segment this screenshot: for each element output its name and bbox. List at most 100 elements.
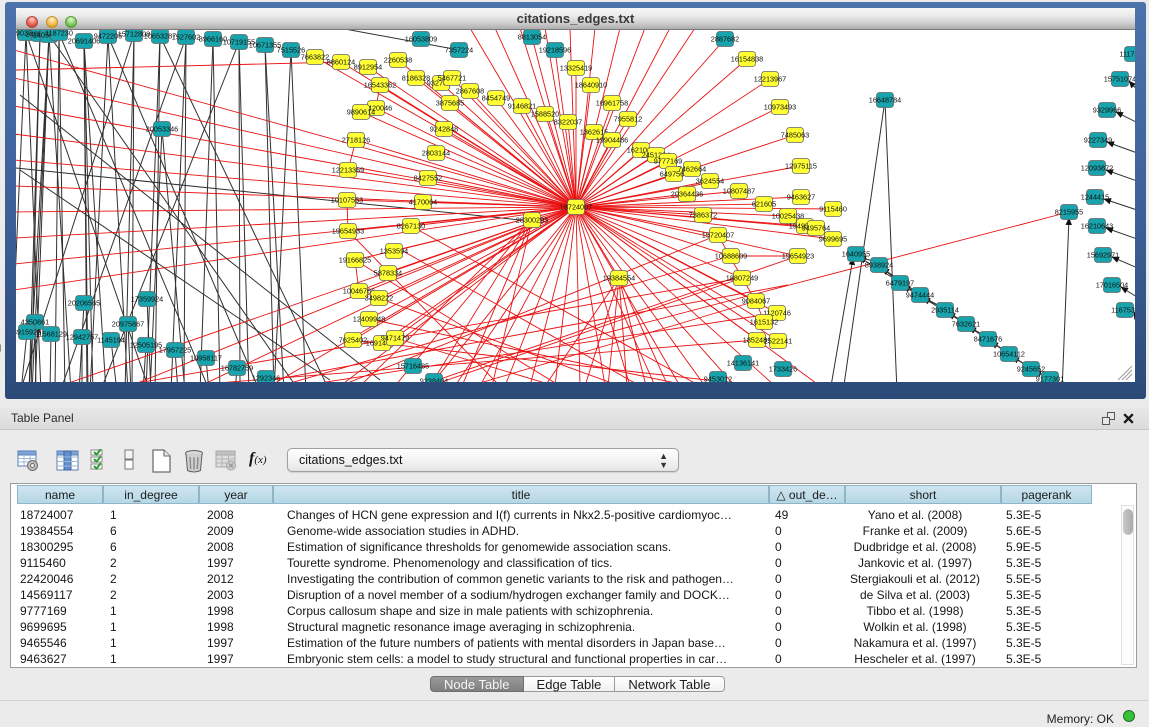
svg-text:2260538: 2260538: [384, 55, 412, 64]
svg-text:12213967: 12213967: [754, 74, 786, 83]
svg-text:9463627: 9463627: [787, 192, 815, 201]
svg-text:8938924: 8938924: [865, 260, 893, 269]
svg-text:16154838: 16154838: [731, 54, 763, 63]
svg-text:16782759: 16782759: [221, 363, 253, 372]
svg-text:9495764: 9495764: [802, 223, 830, 232]
svg-text:20975867: 20975867: [112, 319, 144, 328]
svg-text:1615132: 1615132: [750, 317, 778, 326]
svg-text:19166825: 19166825: [339, 255, 371, 264]
svg-text:11568129: 11568129: [35, 329, 67, 338]
svg-text:10107553: 10107553: [331, 195, 363, 204]
svg-text:17359924: 17359924: [131, 294, 163, 303]
svg-text:2803144: 2803144: [422, 148, 450, 157]
svg-text:7386372: 7386372: [689, 210, 717, 219]
svg-text:1145194: 1145194: [97, 335, 125, 344]
svg-text:19218596: 19218596: [539, 45, 571, 54]
svg-text:3624554: 3624554: [696, 176, 724, 185]
svg-text:8471676: 8471676: [974, 334, 1002, 343]
svg-text:12213369: 12213369: [332, 165, 364, 174]
svg-text:12975115: 12975115: [785, 161, 817, 170]
svg-text:9474444: 9474444: [906, 290, 934, 299]
svg-text:7632621: 7632621: [952, 319, 980, 328]
svg-text:17016504: 17016504: [1096, 280, 1128, 289]
svg-text:3875685: 3875685: [436, 98, 464, 107]
svg-text:17957225: 17957225: [159, 345, 191, 354]
svg-text:6479197: 6479197: [886, 278, 914, 287]
svg-text:15720407: 15720407: [702, 230, 734, 239]
svg-text:1640955: 1640955: [842, 249, 870, 258]
svg-text:8860124: 8860124: [327, 57, 355, 66]
svg-text:10807487: 10807487: [723, 186, 755, 195]
svg-text:10958117: 10958117: [190, 353, 222, 362]
svg-text:1733426: 1733426: [769, 364, 797, 373]
svg-text:1244415: 1244415: [1081, 192, 1109, 201]
svg-text:16961758: 16961758: [596, 98, 628, 107]
svg-text:9227349: 9227349: [1084, 135, 1112, 144]
svg-text:12093872: 12093872: [1081, 163, 1113, 172]
svg-text:13325419: 13325419: [560, 63, 592, 72]
svg-text:9453012: 9453012: [704, 374, 732, 382]
svg-text:20053346: 20053346: [146, 124, 178, 133]
svg-text:5467721: 5467721: [438, 73, 466, 82]
svg-text:8912954: 8912954: [354, 62, 382, 71]
svg-text:1117654: 1117654: [1119, 49, 1135, 58]
svg-text:1527602: 1527602: [172, 32, 200, 41]
svg-text:7955812: 7955812: [614, 114, 642, 123]
svg-text:15692971: 15692971: [1087, 250, 1119, 259]
svg-text:7462664: 7462664: [678, 164, 706, 173]
svg-text:12505195: 12505195: [130, 340, 162, 349]
svg-text:2718126: 2718126: [342, 135, 370, 144]
svg-text:12942757: 12942757: [66, 332, 98, 341]
svg-text:15716485: 15716485: [397, 361, 429, 370]
svg-text:8813054: 8813054: [518, 32, 546, 41]
svg-text:8454749: 8454749: [482, 93, 510, 102]
svg-text:5878334: 5878334: [374, 268, 402, 277]
svg-text:8215955: 8215955: [1055, 207, 1083, 216]
svg-text:621605: 621605: [752, 199, 776, 208]
svg-text:15751074: 15751074: [1104, 74, 1135, 83]
svg-text:9890614: 9890614: [347, 107, 375, 116]
svg-text:2522141: 2522141: [764, 336, 792, 345]
svg-text:7357224: 7357224: [445, 45, 473, 54]
svg-text:18640910: 18640910: [575, 80, 607, 89]
svg-text:2887682: 2887682: [711, 34, 739, 43]
svg-text:20364436: 20364436: [671, 189, 703, 198]
svg-text:4170064: 4170064: [409, 197, 437, 206]
svg-text:16543362: 16543362: [364, 80, 396, 89]
svg-text:7515526: 7515526: [277, 45, 305, 54]
svg-text:28300293: 28300293: [516, 215, 548, 224]
svg-text:9242848: 9242848: [430, 124, 458, 133]
svg-text:16210643: 16210643: [1081, 221, 1113, 230]
svg-text:18724007: 18724007: [560, 202, 592, 211]
svg-text:19654923: 19654923: [782, 251, 814, 260]
svg-text:8427552: 8427552: [414, 173, 442, 182]
svg-text:1292346: 1292346: [252, 373, 280, 382]
svg-text:19384554: 19384554: [603, 273, 635, 282]
svg-text:3498222: 3498222: [365, 293, 393, 302]
svg-text:8267130: 8267130: [397, 221, 425, 230]
svg-text:9329966: 9329966: [1093, 105, 1121, 114]
svg-text:19654933: 19654933: [332, 226, 364, 235]
svg-text:7485063: 7485063: [781, 130, 809, 139]
svg-text:14136141: 14136141: [727, 358, 759, 367]
svg-text:1167534: 1167534: [1111, 305, 1135, 314]
svg-text:8322037: 8322037: [554, 117, 582, 126]
svg-text:12409948: 12409948: [353, 314, 385, 323]
svg-text:10654112: 10654112: [993, 349, 1025, 358]
svg-text:20206565: 20206565: [68, 298, 100, 307]
svg-text:16648784: 16648784: [869, 95, 901, 104]
svg-text:9471479: 9471479: [381, 333, 409, 342]
svg-text:9699695: 9699695: [819, 234, 847, 243]
svg-text:18807249: 18807249: [726, 273, 758, 282]
svg-text:9115460: 9115460: [819, 204, 847, 213]
svg-text:10688609: 10688609: [715, 251, 747, 260]
svg-text:2867608: 2867608: [456, 86, 484, 95]
svg-text:16053809: 16053809: [405, 34, 437, 43]
svg-text:2935114: 2935114: [931, 305, 959, 314]
svg-text:10973493: 10973493: [764, 102, 796, 111]
svg-text:9084067: 9084067: [742, 296, 770, 305]
svg-text:1353594: 1353594: [380, 246, 408, 255]
svg-text:7625402: 7625402: [339, 335, 367, 344]
svg-text:9238404: 9238404: [420, 376, 448, 382]
svg-text:19904486: 19904486: [596, 135, 628, 144]
